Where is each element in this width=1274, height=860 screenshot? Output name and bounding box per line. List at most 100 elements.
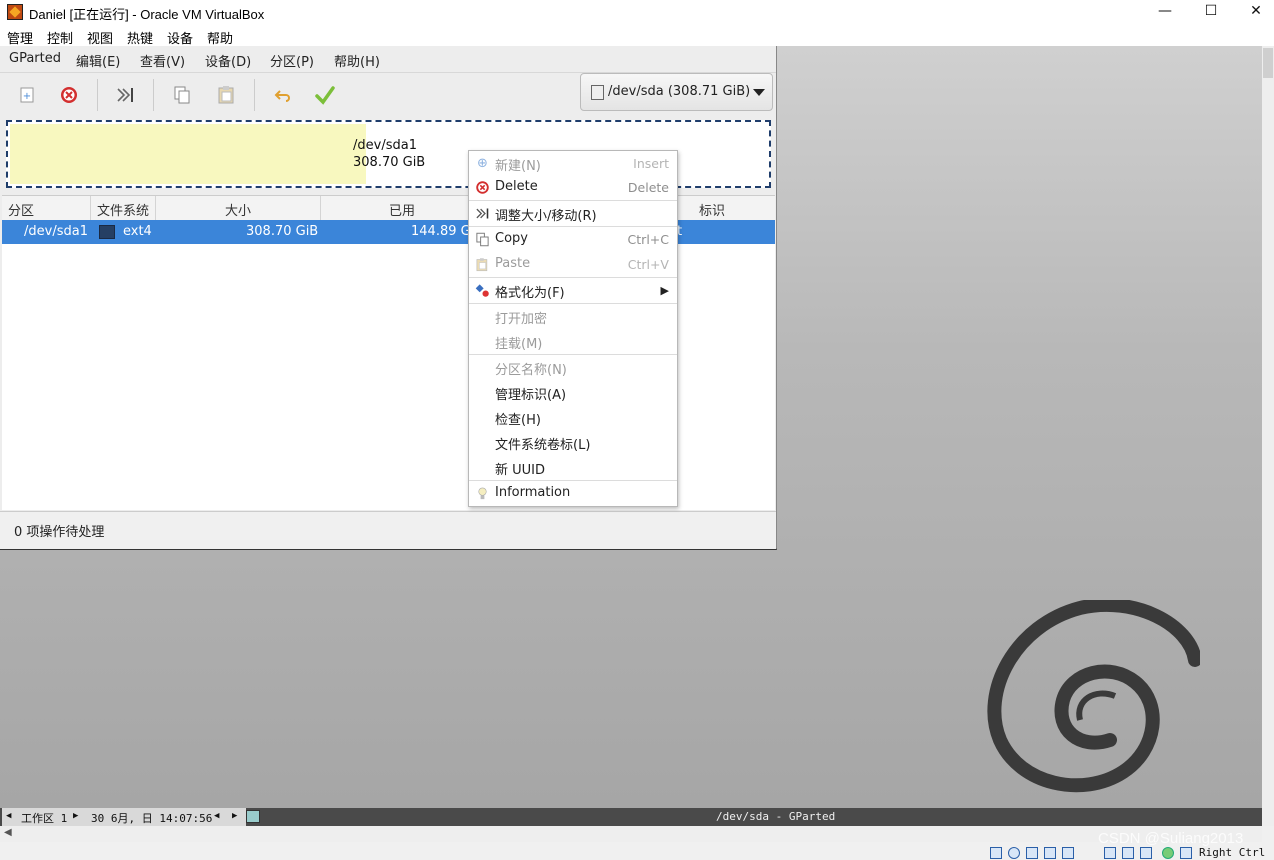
taskbar-prev-icon[interactable]: ◀ [214,811,219,821]
virtualbox-icon [7,4,23,20]
menu-item-label: 分区名称(N) [495,363,567,378]
taskbar-next-icon[interactable]: ▶ [232,811,237,821]
menu-item-check[interactable]: 检查(H) [469,405,677,430]
maximize-button[interactable]: ☐ [1188,0,1234,24]
menu-item-label: 文件系统卷标(L) [495,438,591,453]
delete-icon [475,180,490,195]
apply-icon[interactable] [313,83,337,107]
format-icon [475,283,490,298]
menu-item-label: 新 UUID [495,463,546,478]
mouse-integration-icon[interactable] [1180,847,1192,859]
minimize-button[interactable]: — [1142,0,1188,24]
host-key-label: Right Ctrl [1199,846,1266,859]
menu-item-shortcut: Delete [627,180,669,195]
harddisk-icon[interactable] [990,847,1002,859]
menu-item-shortcut: Ctrl+V [627,257,669,272]
scrollbar-thumb[interactable] [1263,48,1273,78]
column-header-size[interactable]: 大小 [225,200,251,219]
host-menu-hotkeys[interactable]: 热键 [127,28,153,47]
active-window-title[interactable]: /dev/sda - GParted [716,810,835,823]
partition-usage-bar [10,124,366,184]
menu-item-resize-move[interactable]: 调整大小/移动(R) [469,201,677,226]
menu-item-filesystem-label[interactable]: 文件系统卷标(L) [469,430,677,455]
column-divider [320,196,321,220]
disk-partition-size: 308.70 GiB [353,155,426,170]
delete-icon[interactable] [57,83,81,107]
new-icon: ⊕ [477,156,488,171]
menu-item-open-encryption[interactable]: 打开加密 [469,304,677,329]
menu-item-delete[interactable]: Delete Delete [469,175,677,200]
menu-item-format[interactable]: 格式化为(F) ▶ [469,278,677,303]
cell-partition: /dev/sda1 [24,224,88,239]
debian-logo [987,600,1200,793]
cell-size: 308.70 GiB [246,224,319,239]
audio-icon[interactable] [1026,847,1038,859]
window-thumbnail-icon[interactable] [246,810,260,823]
column-header-partition[interactable]: 分区 [8,200,34,219]
menu-item-manage-flags[interactable]: 管理标识(A) [469,380,677,405]
device-selector[interactable]: /dev/sda (308.71 GiB) [580,73,773,111]
network-icon[interactable] [1044,847,1056,859]
menu-device[interactable]: 设备(D) [205,51,251,70]
workspace-next-icon[interactable]: ▶ [73,811,78,821]
guest-additions-icon[interactable] [1162,847,1174,859]
undo-icon[interactable] [271,83,295,107]
menu-edit[interactable]: 编辑(E) [76,51,120,70]
menu-help[interactable]: 帮助(H) [334,51,380,70]
context-menu: ⊕ 新建(N) Insert Delete Delete 调整大小/移动(R) … [468,150,678,507]
menu-item-new[interactable]: ⊕ 新建(N) Insert [469,151,677,176]
column-header-used[interactable]: 已用 [389,200,415,219]
menu-item-label: Copy [495,231,528,246]
menu-item-label: 格式化为(F) [495,286,565,301]
menu-item-information[interactable]: Information [469,481,677,506]
workspace-label[interactable]: 工作区 1 [21,810,67,826]
menu-item-label: 新建(N) [495,159,541,174]
cell-used: 144.89 G [411,224,471,239]
toolbar-separator [254,79,255,111]
close-button[interactable]: ✕ [1233,0,1274,24]
menu-gparted[interactable]: GParted [9,51,61,66]
host-menu-devices[interactable]: 设备 [167,28,193,47]
info-icon [475,486,490,501]
shared-folder-icon[interactable] [1122,847,1134,859]
menu-view[interactable]: 查看(V) [140,51,185,70]
menu-item-new-uuid[interactable]: 新 UUID [469,455,677,480]
window-titlebar: Daniel [正在运行] - Oracle VM VirtualBox — ☐… [0,0,1274,24]
paste-icon [475,257,490,272]
menu-item-label: 打开加密 [495,312,548,327]
svg-text:+: + [23,91,31,102]
column-header-filesystem[interactable]: 文件系统 [97,200,149,219]
horizontal-scrollbar[interactable]: ◀ [0,826,1262,842]
recording-icon[interactable] [1140,847,1152,859]
menu-item-paste[interactable]: Paste Ctrl+V [469,252,677,277]
scroll-left-icon[interactable]: ◀ [4,827,12,838]
new-icon[interactable]: + [15,83,39,107]
resize-move-icon[interactable] [113,83,137,107]
menu-item-copy[interactable]: Copy Ctrl+C [469,227,677,252]
cell-filesystem: ext4 [123,224,152,239]
resize-move-icon [475,206,490,221]
vertical-scrollbar[interactable] [1262,46,1274,826]
menu-item-label: 挂载(M) [495,337,543,352]
clock[interactable]: 30 6月, 日 14:07:56 [91,810,212,826]
menu-partition[interactable]: 分区(P) [270,51,314,70]
usb-icon[interactable] [1062,847,1074,859]
display-icon[interactable] [1104,847,1116,859]
paste-icon[interactable] [214,83,238,107]
menu-item-mount[interactable]: 挂载(M) [469,329,677,354]
host-menu-help[interactable]: 帮助 [207,28,233,47]
copy-icon [475,232,490,247]
pending-operations: 0 项操作待处理 [14,525,105,540]
menu-item-partition-name[interactable]: 分区名称(N) [469,355,677,380]
host-menu-control[interactable]: 控制 [47,28,73,47]
column-header-flags[interactable]: 标识 [699,200,725,219]
optical-drive-icon[interactable] [1008,847,1020,859]
workspace-prev-icon[interactable]: ◀ [6,811,11,821]
host-menu-manage[interactable]: 管理 [7,28,33,47]
copy-icon[interactable] [170,83,194,107]
menu-item-shortcut: Ctrl+C [627,232,669,247]
host-menu-view[interactable]: 视图 [87,28,113,47]
disk-icon [591,85,604,100]
watermark: CSDN @Suliang2013 [1098,830,1244,847]
disk-partition-label: /dev/sda1 [353,138,417,153]
